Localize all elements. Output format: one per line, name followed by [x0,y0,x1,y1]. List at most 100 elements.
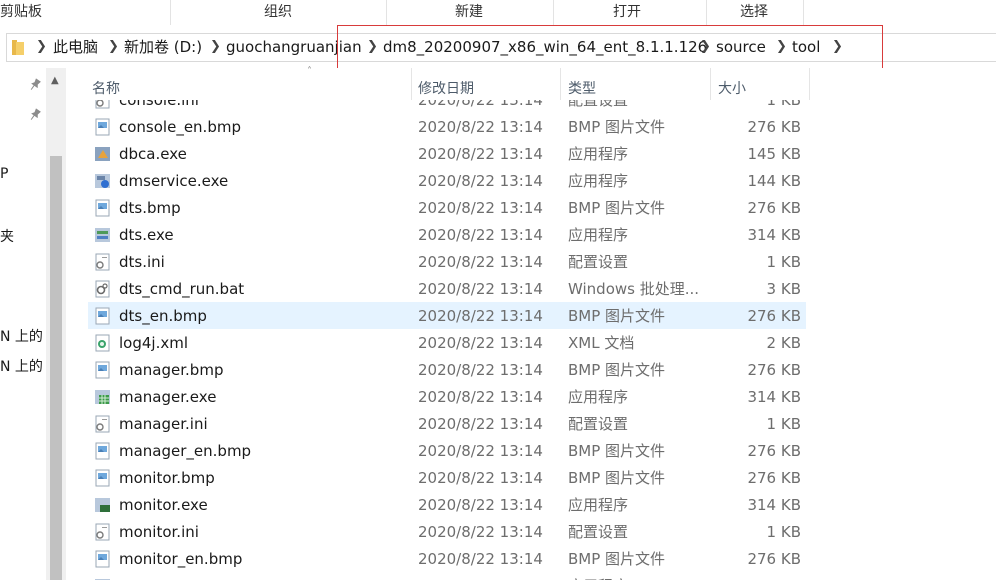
file-row[interactable]: console.ini 2020/8/22 13:14 配置设置 1 KB [88,100,806,113]
breadcrumb-drive-d[interactable]: 新加卷 (D:) [124,36,202,58]
file-modified-date: 2020/8/22 13:14 [418,550,543,568]
file-modified-date: 2020/8/22 13:14 [418,253,543,271]
file-type: XML 文档 [568,334,635,352]
ribbon-divider [386,0,387,25]
file-type: 应用程序 [568,145,629,163]
file-row[interactable]: manager.exe 2020/8/22 13:14 应用程序 314 KB [88,383,806,410]
file-row[interactable]: dts.ini 2020/8/22 13:14 配置设置 1 KB [88,248,806,275]
file-name: dts.ini [119,253,165,271]
chevron-right-icon[interactable]: ❯ [210,36,221,58]
chevron-right-icon[interactable]: ❯ [36,36,47,58]
file-modified-date: 2020/8/22 13:14 [418,576,543,580]
file-name: dts.exe [119,226,174,244]
file-type: 应用程序 [568,388,629,406]
column-header-row: ˄ 名称 修改日期 类型 大小 [66,66,996,100]
nav-item[interactable]: P [0,166,8,182]
file-row[interactable]: manager.bmp 2020/8/22 13:14 BMP 图片文件 276 KB [88,356,806,383]
file-row[interactable]: dts.exe 2020/8/22 13:14 应用程序 314 KB [88,221,806,248]
nav-item[interactable]: N 上的 [0,326,43,346]
file-size: 144 KB [747,172,801,190]
chevron-right-icon[interactable]: ❯ [108,36,119,58]
file-type: BMP 图片文件 [568,550,666,568]
bmp-file-icon [95,550,110,568]
file-row[interactable]: dmservice.exe 2020/8/22 13:14 应用程序 144 KB [88,167,806,194]
ribbon-divider [170,0,171,25]
file-row[interactable]: monitor.bmp 2020/8/22 13:14 BMP 图片文件 276 KB [88,464,806,491]
file-size: 314 KB [747,226,801,244]
sort-ascending-icon: ˄ [307,66,312,77]
ribbon-group-organize: 组织 [264,4,292,20]
column-header-name[interactable]: 名称 [92,78,120,98]
file-type: BMP 图片文件 [568,442,666,460]
ribbon-group-clipboard: 剪贴板 [0,4,42,20]
file-name: dts.bmp [119,199,181,217]
breadcrumb-this-pc[interactable]: 此电脑 [53,36,98,58]
file-modified-date: 2020/8/22 13:14 [418,280,543,298]
ribbon-group-select: 选择 [740,4,768,20]
column-header-type[interactable]: 类型 [568,78,596,98]
file-type: 应用程序 [568,496,629,514]
file-row[interactable]: dts.bmp 2020/8/22 13:14 BMP 图片文件 276 KB [88,194,806,221]
column-divider[interactable] [411,68,412,100]
scrollbar-thumb[interactable] [50,156,62,580]
nav-item[interactable]: N 上的 [0,356,43,376]
column-header-date[interactable]: 修改日期 [418,78,474,98]
file-row[interactable]: dts_cmd_run.bat 2020/8/22 13:14 Windows 批处… [88,275,806,302]
file-size: 1 KB [766,100,801,109]
file-name: console_en.bmp [119,118,241,136]
file-type: BMP 图片文件 [568,307,666,325]
column-divider[interactable] [560,68,561,100]
file-row[interactable]: monitor_en.bmp 2020/8/22 13:14 BMP 图片文件 276… [88,545,806,572]
file-size: 276 KB [747,550,801,568]
file-type: 配置设置 [568,253,629,271]
column-header-size[interactable]: 大小 [718,78,746,98]
ini-file-icon [95,253,110,271]
file-type: 配置设置 [568,523,629,541]
file-modified-date: 2020/8/22 13:14 [418,100,543,109]
file-size: 276 KB [747,442,801,460]
bmp-file-icon [95,442,110,460]
file-row[interactable]: manager.ini 2020/8/22 13:14 配置设置 1 KB [88,410,806,437]
file-name: monitor_en.bmp [119,550,243,568]
file-row[interactable]: monitor.exe 2020/8/22 13:14 应用程序 314 KB [88,491,806,518]
file-row[interactable]: monitor.ini 2020/8/22 13:14 配置设置 1 KB [88,518,806,545]
file-row[interactable]: manager_en.bmp 2020/8/22 13:14 BMP 图片文件 276… [88,437,806,464]
file-name: dts_cmd_run.bat [119,280,245,298]
file-type: Windows 批处理... [568,280,700,298]
file-type: BMP 图片文件 [568,469,666,487]
file-row[interactable]: dbca.exe 2020/8/22 13:14 应用程序 145 KB [88,140,806,167]
bat-file-icon [95,280,110,298]
file-row[interactable]: dts_en.bmp 2020/8/22 13:14 BMP 图片文件 276 KB [88,302,806,329]
bmp-file-icon [95,469,110,487]
file-name: dbca.exe [119,145,187,163]
file-name: dts_en.bmp [119,307,207,325]
file-type: 应用程序 [568,226,629,244]
file-size: 1 KB [766,523,801,541]
pin-icon[interactable] [28,108,42,122]
file-row[interactable]: log4j.xml 2020/8/22 13:14 XML 文档 2 KB [88,329,806,356]
file-row[interactable]: console_en.bmp 2020/8/22 13:14 BMP 图片文件 276… [88,113,806,140]
file-size: 2 KB [766,334,801,352]
file-type: BMP 图片文件 [568,361,666,379]
ini-file-icon [95,415,110,433]
file-size: 276 KB [747,199,801,217]
bmp-file-icon [95,118,110,136]
ini-file-icon [95,523,110,541]
pin-icon[interactable] [28,78,42,92]
file-name: log4j.xml [119,334,189,352]
file-modified-date: 2020/8/22 13:14 [418,388,543,406]
column-divider[interactable] [809,68,810,100]
nav-item[interactable]: 夹 [0,226,14,246]
file-modified-date: 2020/8/22 13:14 [418,415,543,433]
file-size: 276 KB [747,469,801,487]
ribbon-group-open: 打开 [613,4,641,20]
dts-exe-icon [95,228,110,242]
folder-icon [12,40,24,55]
file-name: manager.exe [119,388,217,406]
nav-pane-scrollbar[interactable]: ▲ [46,68,66,580]
ribbon-divider [803,0,804,25]
column-divider[interactable] [710,68,711,100]
scroll-up-arrow-icon[interactable]: ▲ [51,75,59,86]
file-row[interactable]: 2020/8/22 13:14 应用程序301 KB [88,572,806,580]
bmp-file-icon [95,199,110,217]
